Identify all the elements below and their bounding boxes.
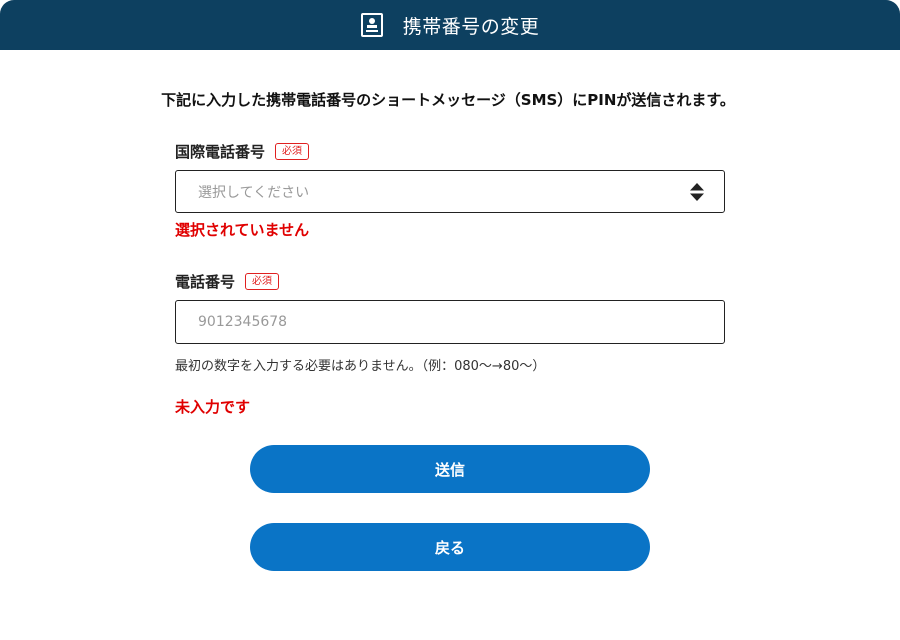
phone-label-text: 電話番号 bbox=[175, 273, 236, 291]
required-badge: 必須 bbox=[245, 273, 280, 290]
phone-error: 未入力です bbox=[175, 398, 251, 416]
phone-number-input[interactable]: 9012345678 bbox=[175, 300, 725, 344]
country-code-select[interactable]: 選択してください bbox=[175, 170, 725, 213]
phone-label: 電話番号 必須 bbox=[175, 271, 280, 292]
country-code-placeholder: 選択してください bbox=[198, 184, 310, 201]
instruction-text: 下記に入力した携帯電話番号のショートメッセージ（SMS）にPINが送信されます。 bbox=[161, 91, 735, 109]
phone-hint: 最初の数字を入力する必要はありません。（例：080～→80～） bbox=[175, 359, 546, 374]
back-button[interactable]: 戻る bbox=[250, 523, 650, 571]
submit-button[interactable]: 送信 bbox=[250, 445, 650, 493]
sort-arrows-icon bbox=[690, 183, 704, 201]
phone-number-placeholder: 9012345678 bbox=[198, 314, 288, 330]
required-badge: 必須 bbox=[275, 143, 310, 160]
country-code-label: 国際電話番号 必須 bbox=[175, 141, 310, 162]
country-code-label-text: 国際電話番号 bbox=[175, 143, 266, 161]
country-code-error: 選択されていません bbox=[175, 221, 310, 239]
page-header: 携帯番号の変更 bbox=[0, 0, 900, 50]
id-card-icon bbox=[360, 13, 383, 37]
page-title: 携帯番号の変更 bbox=[402, 15, 540, 38]
